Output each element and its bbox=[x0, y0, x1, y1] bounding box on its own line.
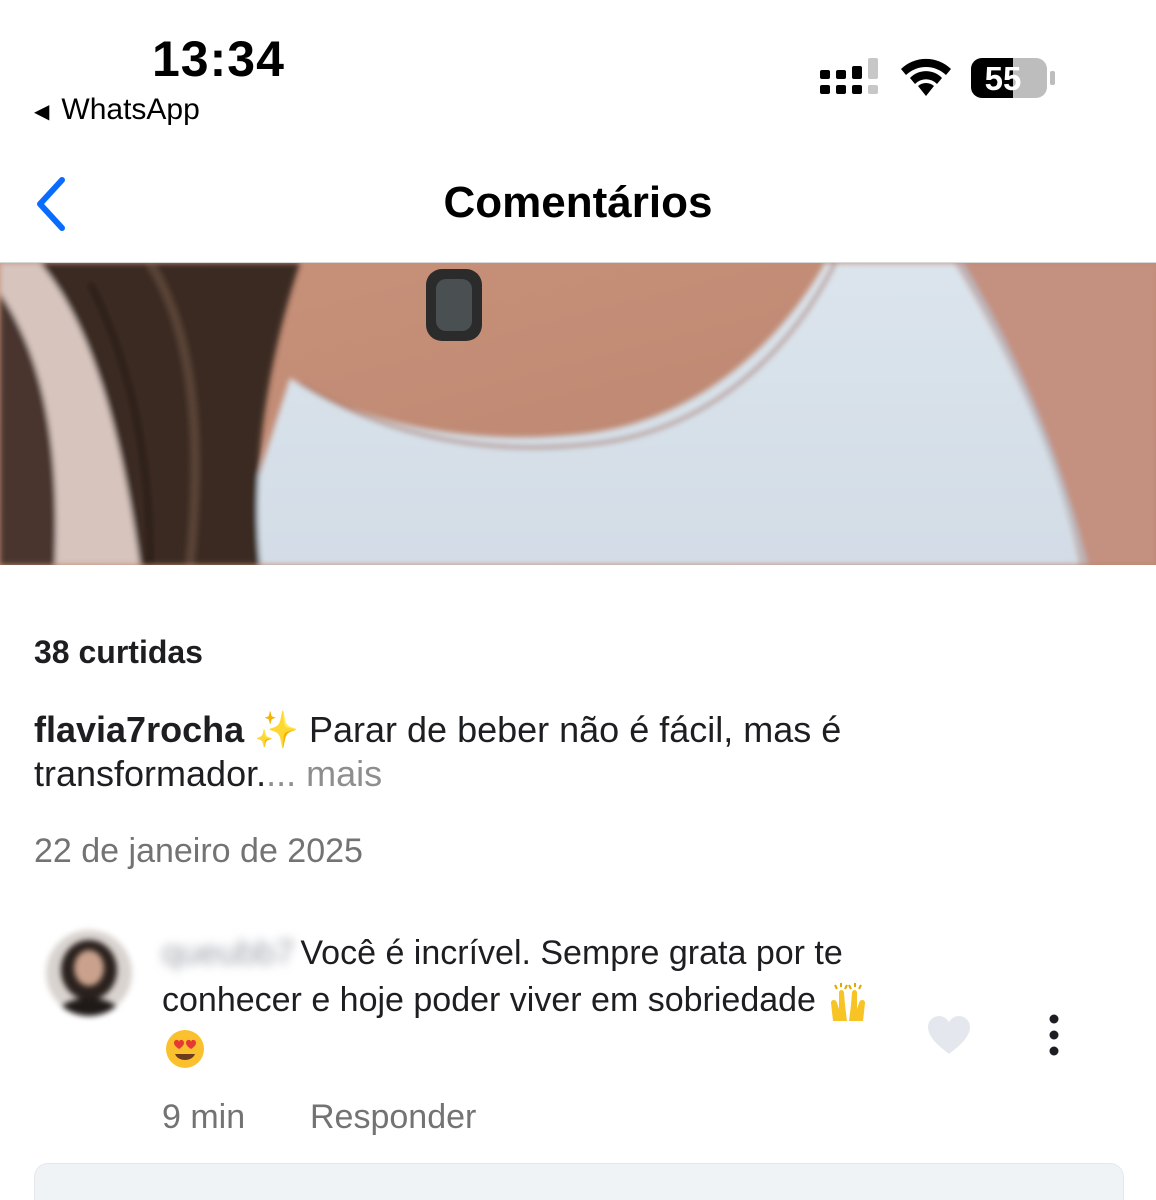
battery-icon: 55 bbox=[971, 58, 1055, 98]
post-caption: flavia7rocha ✨ Parar de beber não é fáci… bbox=[34, 708, 1034, 796]
likes-count[interactable]: 38 curtidas bbox=[34, 634, 203, 671]
back-to-app-link[interactable]: ◀ WhatsApp bbox=[34, 93, 200, 127]
heart-eyes-face-icon bbox=[166, 1030, 204, 1069]
comment-username[interactable]: queubb7 bbox=[162, 934, 294, 972]
page-title: Comentários bbox=[443, 178, 713, 227]
cellular-signal-icon bbox=[820, 58, 878, 94]
caption-more-link[interactable]: mais bbox=[306, 753, 382, 794]
sparkles-icon: ✨ bbox=[254, 709, 299, 750]
back-app-label: WhatsApp bbox=[61, 93, 200, 126]
status-time: 13:34 bbox=[152, 31, 285, 87]
back-triangle-icon: ◀ bbox=[34, 100, 50, 123]
battery-level: 55 bbox=[985, 60, 1022, 97]
next-comment-panel bbox=[34, 1163, 1124, 1200]
reply-button[interactable]: Responder bbox=[310, 1098, 476, 1137]
post-image[interactable] bbox=[0, 263, 1156, 565]
raising-hands-icon bbox=[831, 983, 866, 1022]
wifi-icon bbox=[901, 58, 951, 96]
caption-username[interactable]: flavia7rocha bbox=[34, 709, 244, 750]
comments-screen: 13:34 ◀ WhatsApp 55 Comentários 38 curti… bbox=[0, 0, 1156, 1200]
post-date: 22 de janeiro de 2025 bbox=[34, 832, 363, 870]
comment-like-heart-icon[interactable] bbox=[926, 1014, 972, 1056]
comment-timestamp: 9 min bbox=[162, 1098, 246, 1136]
commenter-avatar[interactable] bbox=[46, 930, 132, 1016]
comment-text-block: queubb7 Você é incrível. Sempre grata por… bbox=[162, 930, 902, 1071]
more-options-icon[interactable] bbox=[1034, 1012, 1074, 1058]
caption-ellipsis: ... bbox=[266, 753, 307, 794]
